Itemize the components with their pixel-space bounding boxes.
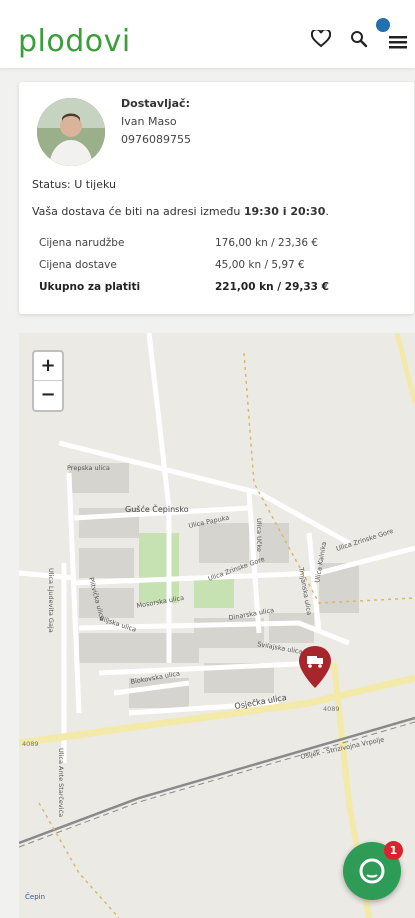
delivery-window-to: 20:30: [290, 205, 326, 218]
delivery-status: Status: U tijeku: [32, 178, 116, 191]
zoom-out-button[interactable]: −: [34, 381, 62, 409]
total-price-label: Ukupno za platiti: [39, 281, 141, 293]
delivery-price-value: 45,00 kn / 5,97 €: [215, 259, 305, 271]
heart-icon[interactable]: [311, 30, 331, 48]
delivery-window-from: 19:30: [243, 205, 279, 218]
map-label-street-11: Ulica Ljudevita Gaja: [47, 568, 55, 633]
map-label-street-15: Ulica Ante Starčevića: [57, 748, 65, 817]
delivery-window: Vaša dostava će biti na adresi između 19…: [32, 205, 329, 218]
order-price-value: 176,00 kn / 23,36 €: [215, 237, 319, 249]
chat-unread-badge: 1: [384, 841, 403, 860]
search-icon[interactable]: [350, 30, 368, 48]
map-label-road-2: 4089: [323, 705, 340, 713]
order-price-label: Cijena narudžbe: [39, 237, 125, 249]
map-zoom-control: + −: [32, 350, 64, 412]
delivery-window-connector: i: [278, 205, 291, 218]
plodovi-logo[interactable]: plodovi: [18, 24, 131, 59]
courier-name: Ivan Maso: [121, 115, 177, 128]
map-label-town: Čepin: [25, 892, 45, 901]
delivery-price-label: Cijena dostave: [39, 259, 117, 271]
total-price-value: 221,00 kn / 29,33 €: [215, 281, 329, 293]
delivery-window-prefix: Vaša dostava će biti na adresi između: [32, 205, 244, 218]
courier-title: Dostavljač:: [121, 97, 190, 110]
map-label-street-1: Prepska ulica: [67, 464, 110, 472]
app-header: plodovi: [0, 0, 415, 68]
park-area-2: [194, 578, 234, 608]
delivery-map[interactable]: Prepska ulica Gušće Čepinsko Ulica Papuk…: [19, 333, 415, 918]
courier-avatar: [37, 98, 105, 166]
notification-dot: [376, 18, 390, 32]
zoom-in-button[interactable]: +: [34, 352, 62, 381]
map-canvas[interactable]: Prepska ulica Gušće Čepinsko Ulica Papuk…: [19, 333, 415, 918]
delivery-marker-icon: [299, 646, 331, 688]
map-label-village: Gušće Čepinsko: [125, 503, 189, 514]
delivery-window-suffix: .: [325, 205, 329, 218]
map-label-street-14: Ulica Učke: [255, 518, 263, 552]
map-label-road-1: 4089: [22, 740, 39, 748]
park-area: [139, 533, 179, 603]
courier-phone[interactable]: 0976089755: [121, 133, 191, 146]
delivery-info-card: Dostavljač: Ivan Maso 0976089755 Status:…: [19, 82, 414, 314]
hamburger-menu-icon[interactable]: [389, 34, 409, 50]
